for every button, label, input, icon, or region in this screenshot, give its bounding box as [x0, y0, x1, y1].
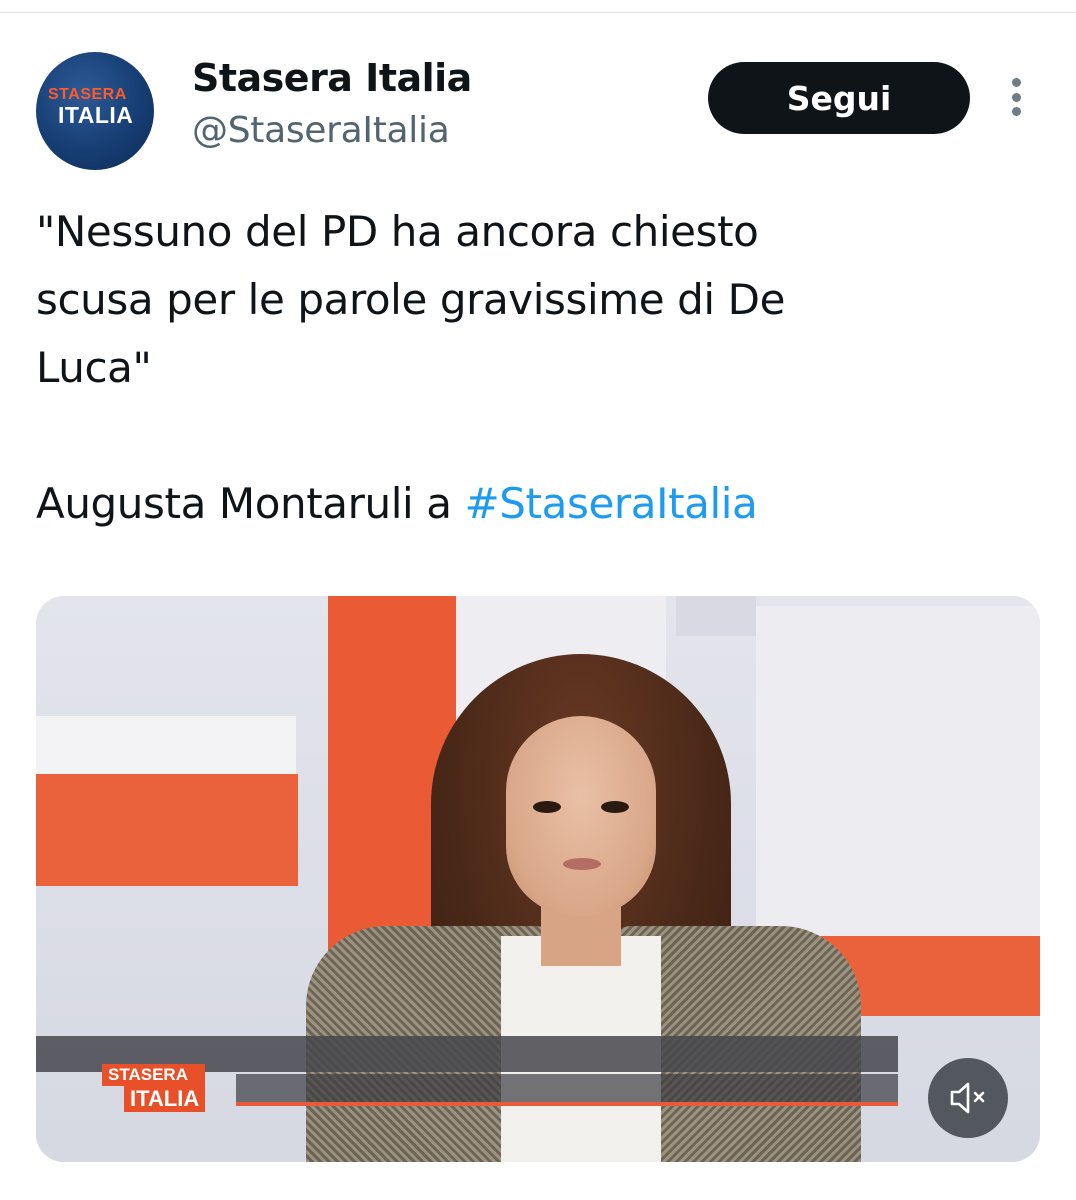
- user-handle[interactable]: @StaseraItalia: [192, 110, 450, 151]
- avatar[interactable]: STASERA ITALIA: [36, 52, 154, 170]
- top-divider: [0, 12, 1076, 13]
- more-options-icon[interactable]: [1000, 72, 1032, 122]
- channel-logo-overlay: STASERA ITALIA: [102, 1064, 206, 1112]
- tweet-line: "Nessuno del PD ha ancora chiesto: [36, 207, 759, 256]
- more-dot: [1011, 92, 1021, 102]
- avatar-logo-bottom: ITALIA: [58, 102, 134, 128]
- presenter-face: [506, 716, 656, 916]
- lower-third-line: [236, 1102, 898, 1106]
- lower-third-bar: [236, 1074, 898, 1102]
- speaker-muted-glyph: [950, 1082, 985, 1114]
- tweet-video[interactable]: STASERA ITALIA: [36, 596, 1040, 1162]
- tweet-text: "Nessuno del PD ha ancora chiesto scusa …: [36, 198, 1036, 538]
- more-dot: [1011, 78, 1021, 87]
- follow-button[interactable]: Segui: [708, 62, 970, 134]
- overlay-logo-top: STASERA: [102, 1064, 206, 1086]
- tweet-line: scusa per le parole gravissime di De: [36, 275, 786, 324]
- hashtag-link[interactable]: #StaseraItalia: [465, 479, 758, 528]
- tweet-credit-line: Augusta Montaruli a #StaseraItalia: [36, 470, 1036, 538]
- presenter-eye: [533, 801, 561, 813]
- more-dot: [1011, 107, 1021, 116]
- studio-panel: [676, 596, 756, 636]
- studio-orange-panel: [36, 774, 298, 886]
- tweet-line: Luca": [36, 343, 152, 392]
- studio-panel: [756, 606, 1040, 936]
- speaker-muted-icon[interactable]: [928, 1058, 1008, 1138]
- presenter-eye: [601, 801, 629, 813]
- credit-prefix: Augusta Montaruli a: [36, 479, 465, 528]
- presenter-lips: [563, 858, 601, 870]
- overlay-logo-bottom: ITALIA: [124, 1086, 206, 1112]
- display-name[interactable]: Stasera Italia: [192, 56, 472, 100]
